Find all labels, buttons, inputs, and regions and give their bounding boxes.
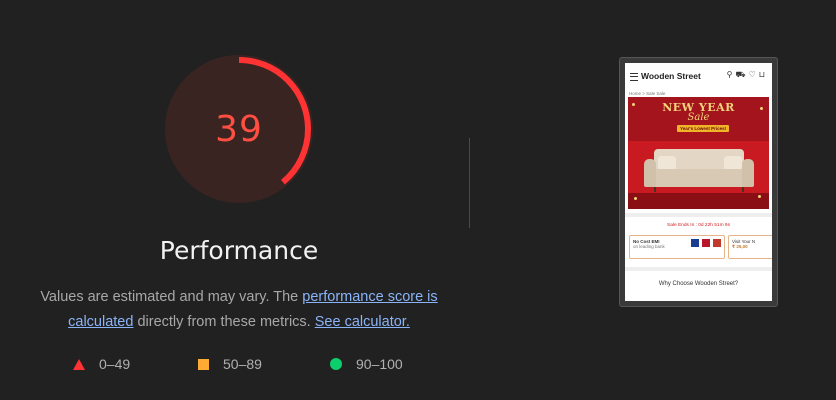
banner-pill: Year's Lowest Prices! — [677, 125, 730, 132]
performance-gauge: 39 — [163, 53, 315, 205]
offer-subtitle: on leading bank — [633, 244, 665, 249]
sofa-leg — [654, 187, 656, 192]
why-choose-heading: Why Choose Wooden Street? — [658, 281, 739, 287]
sparkle-icon — [758, 195, 761, 198]
banner-sale-script: Sale — [687, 112, 710, 123]
legend-range-average: 50–89 — [223, 356, 262, 372]
circle-icon — [330, 358, 342, 370]
triangle-icon — [73, 358, 85, 370]
sparkle-icon — [634, 197, 637, 200]
header-icons: ⚲⛟♡⊔ — [727, 70, 768, 80]
site-header: Wooden Street ⚲⛟♡⊔ — [625, 63, 772, 89]
emi-offer-card: No Cost EMI on leading bank — [629, 235, 725, 259]
score-description: Values are estimated and may vary. The p… — [30, 285, 448, 335]
bank-logo — [713, 239, 721, 247]
vertical-divider — [469, 138, 470, 228]
sale-timer: Sale Ends In : 0d 22h 51m 9s — [667, 223, 730, 228]
site-logo: Wooden Street — [641, 71, 701, 81]
heart-icon: ♡ — [748, 70, 759, 79]
store-offer-card: Visit Your N ₹ 25,00 — [728, 235, 772, 259]
sofa-leg — [742, 187, 744, 192]
sofa-arm — [742, 159, 754, 187]
category-title: Performance — [159, 236, 319, 265]
final-screenshot-thumbnail[interactable]: Wooden Street ⚲⛟♡⊔ Home > Sale Sale NEW … — [619, 57, 778, 307]
promo-banner: NEW YEAR Sale Year's Lowest Prices! — [628, 97, 769, 209]
truck-icon: ⛟ — [735, 70, 749, 79]
description-text-2: directly from these metrics. — [133, 314, 315, 330]
sparkle-icon — [760, 107, 763, 110]
sparkle-icon — [632, 103, 635, 106]
sofa-pillow — [658, 156, 676, 170]
sofa-arm — [644, 159, 656, 187]
sofa-pillow — [724, 156, 742, 170]
hamburger-menu-icon — [630, 73, 638, 81]
square-icon — [198, 358, 209, 370]
legend-range-fail: 0–49 — [99, 356, 131, 372]
legend-item-fail: 0–49 — [73, 356, 130, 372]
breadcrumb: Home > Sale Sale — [629, 91, 666, 96]
page-screenshot: Wooden Street ⚲⛟♡⊔ Home > Sale Sale NEW … — [625, 63, 772, 301]
bank-logo — [702, 239, 710, 247]
sofa-seat — [648, 169, 750, 187]
legend-range-pass: 90–100 — [356, 356, 403, 372]
section-separator — [625, 267, 772, 271]
legend-item-pass: 90–100 — [330, 356, 403, 372]
cart-icon: ⊔ — [758, 70, 768, 79]
gauge-score-value: 39 — [215, 108, 263, 150]
see-calculator-link[interactable]: See calculator. — [315, 314, 410, 330]
banner-floor — [628, 193, 769, 209]
search-icon: ⚲ — [726, 70, 736, 79]
legend-item-average: 50–89 — [198, 356, 262, 372]
offer-price: ₹ 25,00 — [732, 244, 748, 249]
section-separator — [625, 213, 772, 217]
bank-logo — [691, 239, 699, 247]
description-text: Values are estimated and may vary. The — [40, 289, 303, 305]
